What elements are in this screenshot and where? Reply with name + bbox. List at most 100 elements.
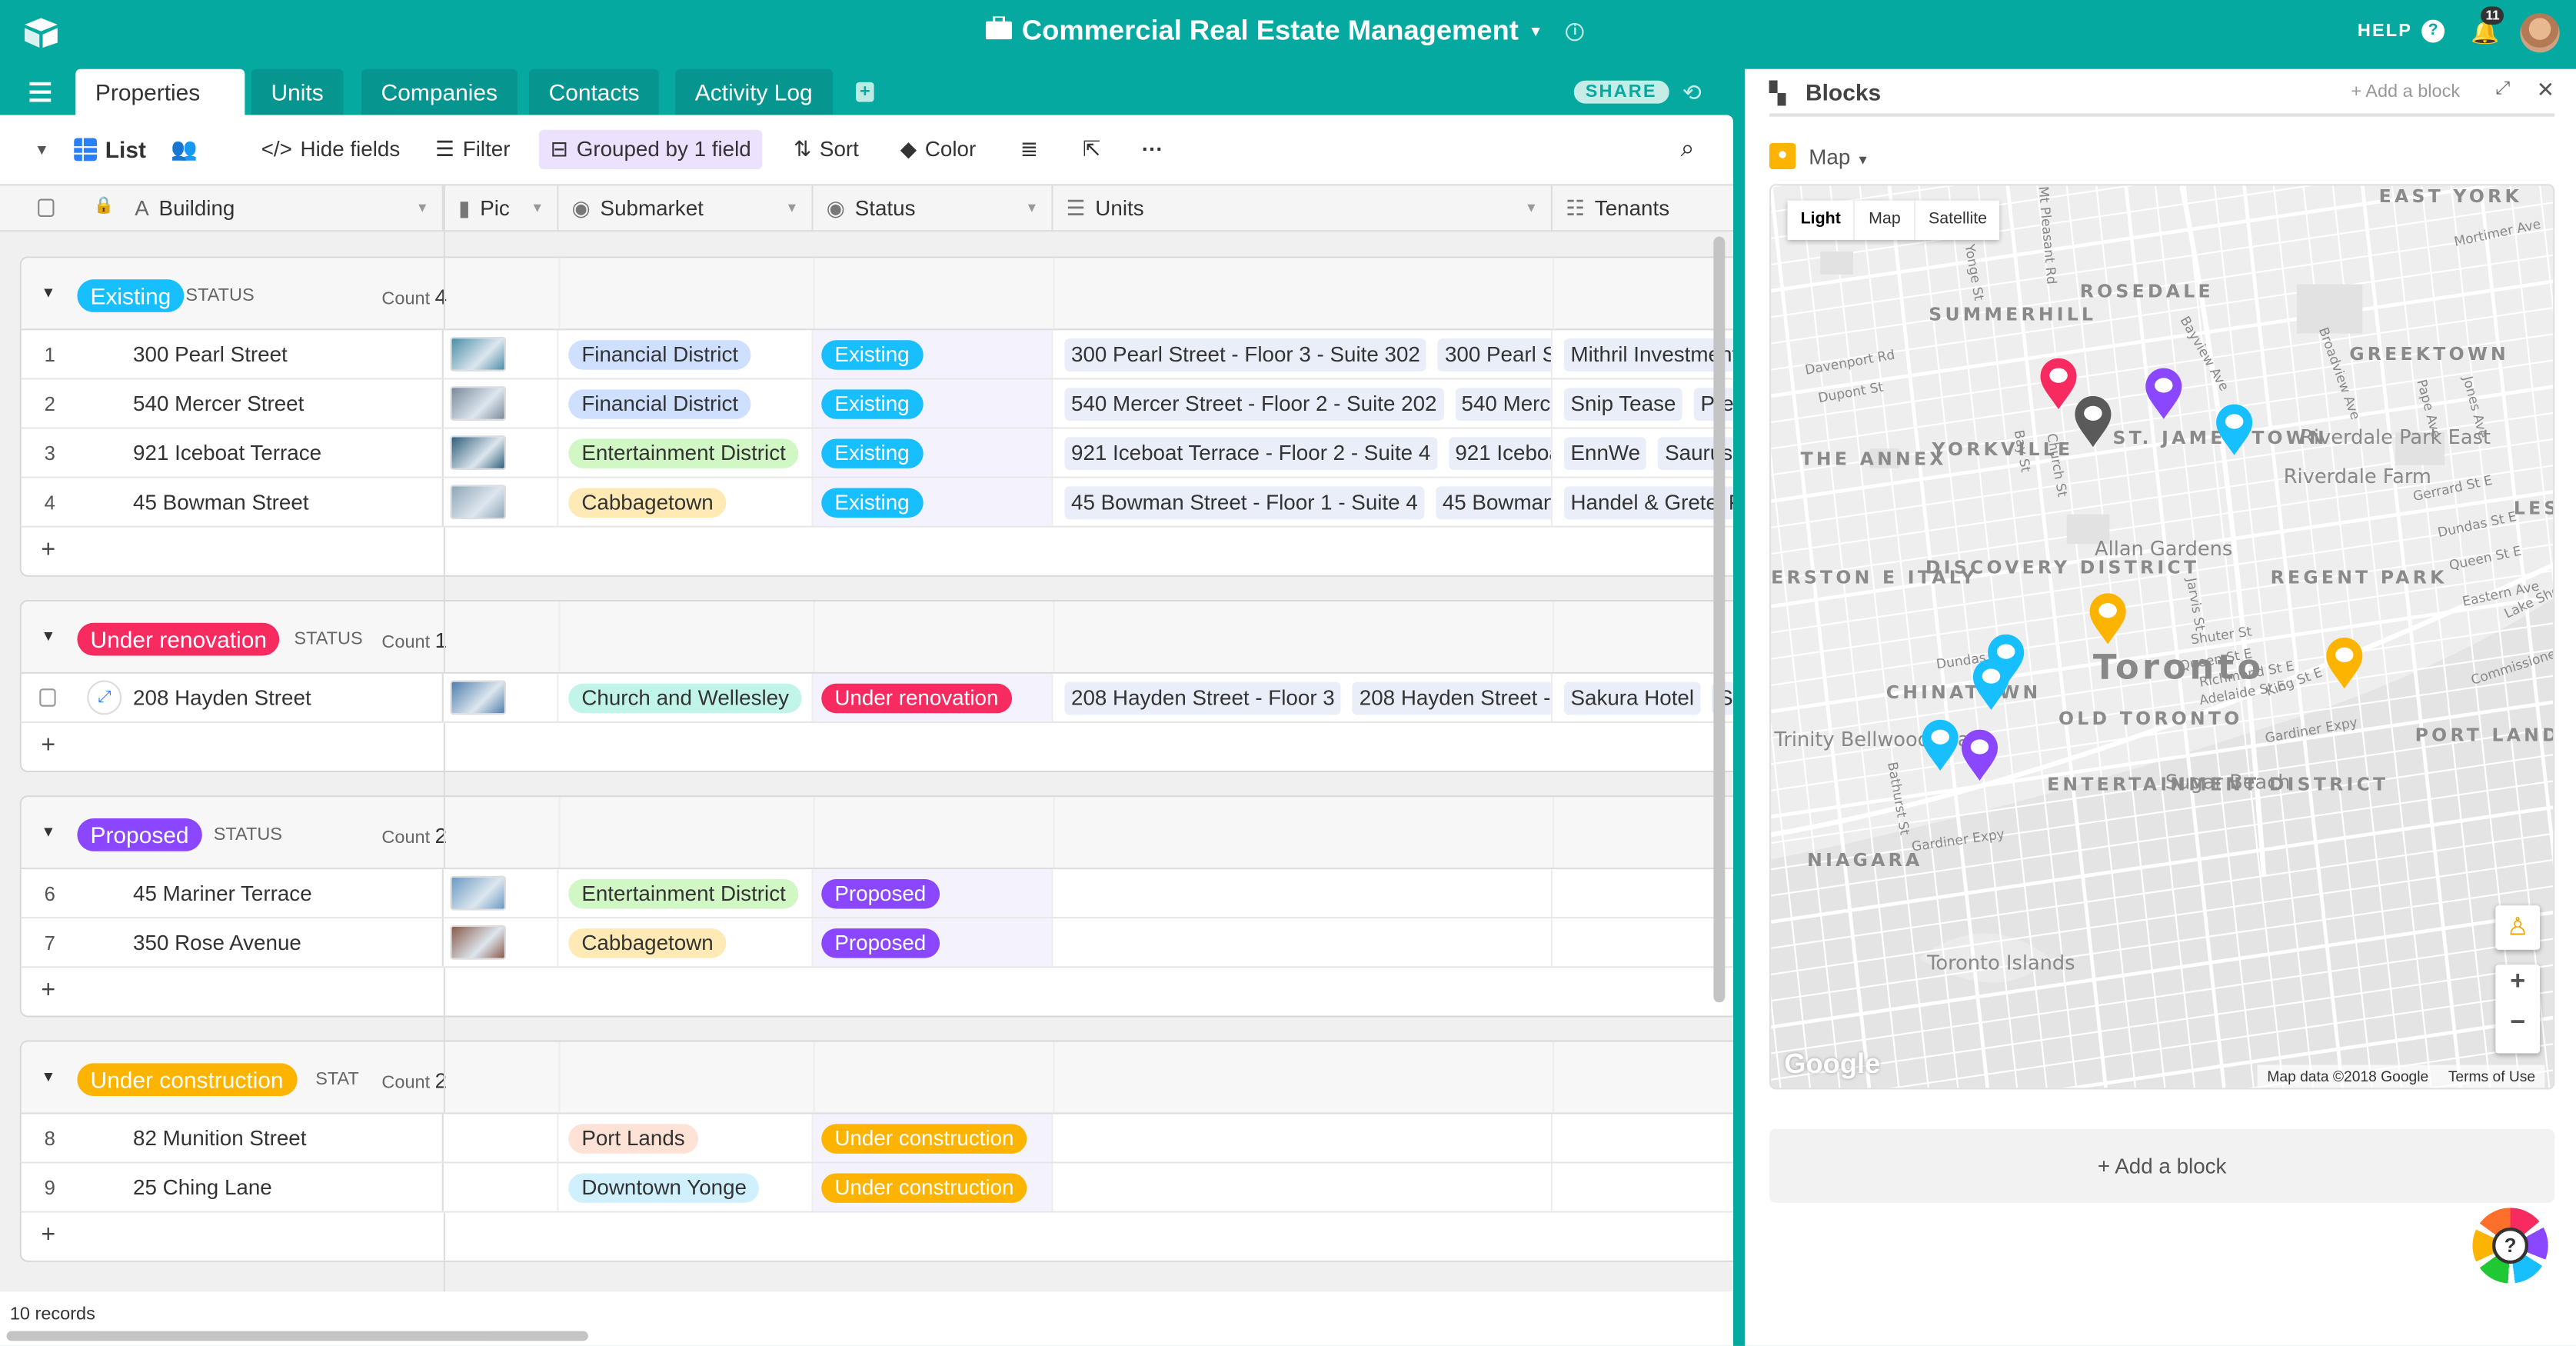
submarket-cell[interactable]: Financial District (558, 330, 814, 378)
tenant-chip[interactable]: EnnWe (1563, 436, 1647, 469)
status-cell[interactable]: Existing (813, 330, 1053, 378)
unit-chip[interactable]: 921 Iceboat (1448, 436, 1551, 469)
pic-cell[interactable] (444, 1163, 559, 1211)
tenant-chip[interactable]: Sakura Hotel (1563, 681, 1701, 715)
table-row[interactable]: 8 82 Munition Street Port Lands Under co… (21, 1114, 1734, 1164)
units-cell[interactable]: 300 Pearl Street - Floor 3 - Suite 302 30… (1053, 330, 1553, 378)
add-record-row[interactable]: + (21, 1212, 1734, 1261)
units-cell[interactable] (1053, 918, 1553, 967)
units-cell[interactable]: 921 Iceboat Terrace - Floor 2 - Suite 4 9… (1053, 428, 1553, 477)
avatar[interactable] (2520, 13, 2560, 53)
submarket-cell[interactable]: Entertainment District (558, 428, 814, 477)
map-pin[interactable] (2144, 368, 2183, 421)
tenants-cell[interactable] (1553, 918, 1734, 967)
tab-units[interactable]: Units (251, 68, 344, 115)
submarket-cell[interactable]: Church and Wellesley (558, 673, 814, 721)
tenants-cell[interactable] (1553, 1163, 1734, 1211)
column-submarket[interactable]: ◉ Submarket ▼ (558, 185, 814, 232)
support-icon[interactable]: ? (2472, 1208, 2548, 1284)
search-icon[interactable]: ⌕ (1669, 130, 1706, 169)
pic-cell[interactable] (444, 673, 559, 721)
collapse-group-icon[interactable]: ▼ (41, 823, 55, 839)
tab-properties[interactable]: Properties ▼ (75, 68, 245, 149)
table-row[interactable]: 2 540 Mercer Street Financial District E… (21, 379, 1734, 429)
table-row[interactable]: 4 45 Bowman Street Cabbagetown Existing … (21, 478, 1734, 528)
views-toggle-icon[interactable]: ▼ (35, 142, 49, 158)
unit-chip[interactable]: 300 Pearl Str (1438, 338, 1551, 371)
block-name-dropdown[interactable]: Map ▼ (1809, 145, 1869, 169)
menu-icon[interactable] (29, 82, 52, 102)
tenant-chip[interactable]: Handel & Gretel P (1563, 485, 1734, 519)
unit-chip[interactable]: 540 Merce (1454, 387, 1551, 420)
column-pic[interactable]: ▮ Pic ▼ (443, 185, 559, 232)
add-record-icon[interactable]: + (41, 976, 55, 1004)
collapse-group-icon[interactable]: ▼ (41, 1068, 55, 1084)
map-style-light[interactable]: Light (1788, 201, 1854, 240)
column-status[interactable]: ◉ Status ▼ (814, 185, 1053, 232)
building-thumbnail[interactable] (450, 925, 507, 960)
row-height-icon[interactable]: ≣ (1009, 130, 1050, 169)
table-row[interactable]: 9 25 Ching Lane Downtown Yonge Under con… (21, 1163, 1734, 1213)
share-button[interactable]: SHARE (1573, 80, 1669, 104)
building-thumbnail[interactable] (450, 386, 507, 421)
collapse-group-icon[interactable]: ▼ (41, 628, 55, 644)
vertical-scrollbar[interactable] (1713, 236, 1726, 1003)
map-pin[interactable] (1960, 729, 1999, 782)
map-pin[interactable] (2215, 404, 2254, 457)
zoom-out-button[interactable]: − (2495, 1009, 2540, 1038)
status-cell[interactable]: Under renovation (813, 673, 1053, 721)
add-record-icon[interactable]: + (41, 731, 55, 759)
unit-chip[interactable]: 208 Hayden Street - F (1353, 681, 1551, 715)
tenants-cell[interactable]: Sakura HotelSak (1553, 673, 1734, 721)
column-building[interactable]: A Building ▼ (121, 185, 444, 232)
map-pin[interactable] (2088, 593, 2127, 645)
status-cell[interactable]: Existing (813, 428, 1053, 477)
building-thumbnail[interactable] (450, 875, 507, 911)
tenant-chip[interactable]: Mithril Investments (1563, 338, 1734, 371)
map-style-satellite[interactable]: Satellite (1913, 200, 2000, 240)
map-pin[interactable] (2039, 358, 2078, 411)
building-cell[interactable]: 82 Munition Street (123, 1114, 444, 1162)
map-pin[interactable] (2073, 395, 2112, 448)
submarket-cell[interactable]: Port Lands (558, 1114, 814, 1162)
pic-cell[interactable] (444, 428, 559, 477)
expand-icon[interactable]: ⤢ (2495, 79, 2510, 101)
table-row[interactable]: 6 45 Mariner Terrace Entertainment Distr… (21, 869, 1734, 919)
units-cell[interactable] (1053, 1163, 1553, 1211)
building-cell[interactable]: 540 Mercer Street (123, 379, 444, 428)
tenants-cell[interactable]: Mithril Investments (1553, 330, 1734, 378)
table-row[interactable]: 1 300 Pearl Street Financial District Ex… (21, 330, 1734, 380)
add-block-button[interactable]: + Add a block (1769, 1128, 2555, 1203)
tenant-chip[interactable]: Snip Tease (1563, 387, 1682, 420)
pic-cell[interactable] (444, 379, 559, 428)
panel-resize-handle[interactable] (1733, 115, 1745, 1346)
tenants-cell[interactable]: Handel & Gretel P (1553, 478, 1734, 526)
add-record-row[interactable]: + (21, 527, 1734, 575)
map[interactable]: EAST YORK ROSEDALE SUMMERHILL GREEKTOWN THE … (1769, 184, 2555, 1090)
unit-chip[interactable]: 921 Iceboat Terrace - Floor 2 - Suite 4 (1064, 436, 1437, 469)
collapse-group-icon[interactable]: ▼ (41, 285, 55, 301)
add-block-link[interactable]: + Add a block (2351, 82, 2460, 102)
units-cell[interactable] (1053, 869, 1553, 918)
status-cell[interactable]: Existing (813, 379, 1053, 428)
add-record-row[interactable]: + (21, 968, 1734, 1016)
table-row[interactable]: 7 350 Rose Avenue Cabbagetown Proposed (21, 918, 1734, 968)
building-cell[interactable]: 25 Ching Lane (123, 1163, 444, 1211)
status-cell[interactable]: Proposed (813, 869, 1053, 918)
units-cell[interactable]: 540 Mercer Street - Floor 2 - Suite 202 5… (1053, 379, 1553, 428)
submarket-cell[interactable]: Cabbagetown (558, 918, 814, 967)
pic-cell[interactable] (444, 330, 559, 378)
building-thumbnail[interactable] (450, 680, 507, 715)
tab-companies[interactable]: Companies (361, 68, 518, 115)
hide-fields-button[interactable]: </> Hide fields (250, 130, 411, 169)
history-icon[interactable]: ⟲ (1682, 79, 1702, 107)
add-record-icon[interactable]: + (41, 1221, 55, 1248)
submarket-cell[interactable]: Financial District (558, 379, 814, 428)
tenants-cell[interactable]: Snip TeasePress (1553, 379, 1734, 428)
status-cell[interactable]: Under construction (813, 1163, 1053, 1211)
table-row[interactable]: ⤢ 208 Hayden Street Church and Wellesley… (21, 673, 1734, 724)
pic-cell[interactable] (444, 478, 559, 526)
units-cell[interactable]: 45 Bowman Street - Floor 1 - Suite 4 45 B… (1053, 478, 1553, 526)
base-title[interactable]: Commercial Real Estate Management ▼ i (985, 15, 1585, 48)
map-pin[interactable] (1921, 719, 1960, 772)
